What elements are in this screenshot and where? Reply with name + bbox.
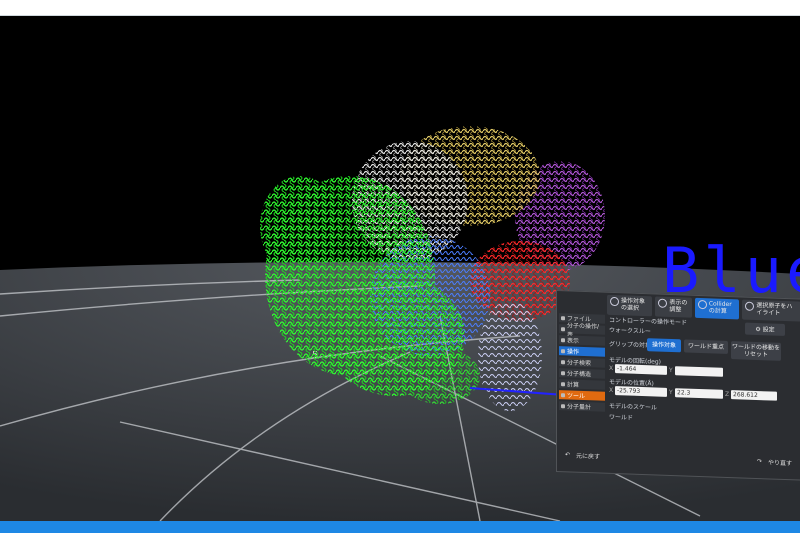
sidebar-item-compute[interactable]: 計算: [559, 379, 605, 390]
tab-select-target[interactable]: 操作対象の選択: [607, 294, 653, 317]
rotation-x-label: X: [609, 364, 614, 372]
vr-scene[interactable]: 5 Blue 操作対象の選択: [0, 16, 800, 521]
settings-button[interactable]: ⚙ 設定: [745, 322, 785, 336]
sidebar-item-display[interactable]: 表示: [559, 335, 605, 346]
walkthrough-label: ウォークスルー: [609, 326, 651, 336]
gear-icon: ⚙: [755, 325, 761, 333]
window-bottom-bar: [0, 521, 800, 533]
position-y-field[interactable]: 22.3: [675, 388, 723, 399]
tool-icon: [561, 392, 565, 397]
sidebar-item-tools[interactable]: ツール: [559, 390, 605, 401]
rotation-y-field[interactable]: [675, 366, 723, 377]
world-label: ワールド: [609, 413, 634, 422]
structure-icon: [561, 370, 565, 375]
grip-target-button[interactable]: 操作対象: [647, 338, 681, 353]
collider-icon: [697, 299, 707, 310]
search-icon: [561, 359, 565, 364]
position-x-label: X: [609, 386, 614, 394]
redo-button[interactable]: ↷ やり直す: [751, 456, 798, 467]
scale-label: モデルのスケール: [609, 402, 658, 412]
display-icon: [658, 298, 668, 308]
eye-icon: [561, 337, 565, 342]
scale-icon: [561, 403, 565, 408]
panel-main: コントローラーの操作モード ウォークスルー ⚙ 設定 グリップの対象 操作対象 …: [607, 315, 798, 442]
rotation-x-field[interactable]: -1.464: [615, 364, 667, 375]
panel-sidebar: ファイル 分子の操作/表 表示 操作 分子検索 分子構造 計算 ツール 分子量計: [559, 313, 605, 412]
molecule-icon: [561, 326, 565, 331]
undo-button[interactable]: ↶ 元に戻す: [559, 450, 606, 461]
tab-collider[interactable]: Colliderの計算: [694, 297, 740, 320]
panel-bottom-row: ↶ 元に戻す ↷ やり直す: [559, 443, 798, 473]
window-top-bar: [0, 0, 800, 16]
tab-display-adjust[interactable]: 表示の調整: [655, 296, 692, 318]
sidebar-item-search[interactable]: 分子検索: [559, 357, 605, 368]
calculator-icon: [561, 381, 565, 386]
grip-world-button[interactable]: ワールド重点: [684, 339, 728, 355]
undo-icon: ↶: [565, 450, 571, 458]
target-icon: [610, 296, 619, 307]
sidebar-item-structure[interactable]: 分子構造: [559, 368, 605, 379]
highlight-icon: [745, 301, 755, 311]
position-z-label: Z: [725, 390, 730, 399]
redo-icon: ↷: [756, 457, 762, 465]
file-icon: [561, 315, 565, 320]
position-x-field[interactable]: -25.793: [615, 386, 667, 397]
grip-target-label: グリップの対象: [609, 340, 652, 350]
sidebar-item-operate[interactable]: 操作: [559, 346, 605, 357]
reset-world-button[interactable]: ワールドの移動をリセット: [731, 341, 781, 361]
sidebar-item-weight[interactable]: 分子量計: [559, 401, 605, 412]
position-y-label: Y: [669, 388, 673, 397]
tab-highlight-atoms[interactable]: 選択原子をハイライト: [742, 299, 800, 322]
rotation-y-label: Y: [669, 366, 673, 375]
vr-control-panel[interactable]: 操作対象の選択 表示の調整 Colliderの計算 選択原子をハイライト ファイ…: [556, 290, 800, 481]
sidebar-item-molecule-ops[interactable]: 分子の操作/表: [559, 322, 605, 338]
position-z-field[interactable]: 268.612: [731, 390, 777, 401]
hand-icon: [561, 348, 565, 353]
